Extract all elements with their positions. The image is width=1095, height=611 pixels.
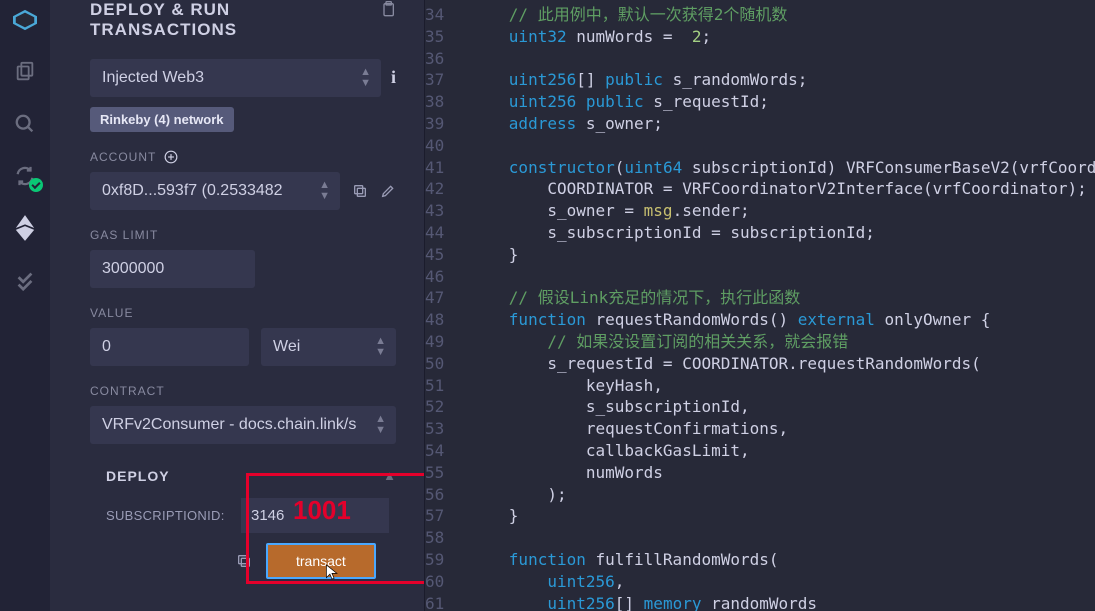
deploy-icon[interactable] — [13, 216, 37, 240]
value-unit-select[interactable]: Wei ▲▼ — [261, 328, 396, 366]
contract-select[interactable]: VRFv2Consumer - docs.chain.link/s ▲▼ — [90, 406, 396, 444]
param-subscriptionid-label: SUBSCRIPTIONID: — [106, 508, 241, 523]
compiler-icon[interactable] — [13, 164, 37, 188]
icon-rail — [0, 0, 50, 611]
deploy-run-panel: DEPLOY & RUN TRANSACTIONS Injected Web3 … — [50, 0, 425, 611]
account-label: ACCOUNT — [90, 150, 396, 164]
environment-info-icon[interactable]: i — [391, 67, 396, 88]
account-selected: 0xf8D...593f7 (0.2533482 — [90, 172, 340, 210]
search-icon[interactable] — [13, 112, 37, 136]
value-amount-input[interactable] — [90, 328, 249, 366]
deploy-label: DEPLOY — [106, 468, 170, 484]
transact-button[interactable]: transact — [266, 543, 376, 579]
contract-selected: VRFv2Consumer - docs.chain.link/s — [90, 406, 396, 444]
transact-button-label: transact — [296, 553, 346, 569]
edit-account-icon[interactable] — [380, 183, 396, 199]
account-select[interactable]: 0xf8D...593f7 (0.2533482 ▲▼ — [90, 172, 340, 210]
deploy-section-header[interactable]: DEPLOY ▲ — [90, 468, 396, 484]
environment-selected: Injected Web3 — [90, 59, 381, 97]
panel-clipboard-icon[interactable] — [380, 0, 396, 18]
debugger-icon[interactable] — [13, 268, 37, 292]
caret-icon: ▲▼ — [360, 67, 371, 89]
copy-account-icon[interactable] — [352, 183, 368, 199]
panel-title: DEPLOY & RUN TRANSACTIONS — [90, 0, 237, 41]
panel-header: DEPLOY & RUN TRANSACTIONS — [90, 0, 396, 41]
environment-select[interactable]: Injected Web3 ▲▼ — [90, 59, 381, 97]
files-icon[interactable] — [13, 60, 37, 84]
contract-label: CONTRACT — [90, 384, 396, 398]
code-editor[interactable]: 3435363738394041424344454647484950515253… — [425, 0, 1095, 611]
value-label: VALUE — [90, 306, 396, 320]
plus-circle-icon[interactable] — [164, 150, 178, 164]
chevron-up-icon: ▲ — [383, 468, 396, 483]
caret-icon: ▲▼ — [375, 336, 386, 358]
gas-limit-input[interactable] — [90, 250, 255, 288]
account-label-text: ACCOUNT — [90, 150, 156, 164]
line-number-gutter: 3435363738394041424344454647484950515253… — [425, 0, 462, 611]
compile-success-badge — [29, 178, 43, 192]
gas-limit-label: GAS LIMIT — [90, 228, 396, 242]
copy-params-icon[interactable] — [236, 553, 252, 569]
param-subscriptionid-input[interactable] — [241, 498, 389, 533]
caret-icon: ▲▼ — [319, 180, 330, 202]
logo-icon[interactable] — [13, 8, 37, 32]
panel-title-line1: DEPLOY & RUN — [90, 0, 230, 19]
network-badge: Rinkeby (4) network — [90, 107, 234, 132]
panel-title-line2: TRANSACTIONS — [90, 20, 237, 39]
caret-icon: ▲▼ — [375, 414, 386, 436]
code-content[interactable]: // 此用例中，默认一次获得2个随机数 uint32 numWords = 2;… — [462, 0, 1095, 611]
